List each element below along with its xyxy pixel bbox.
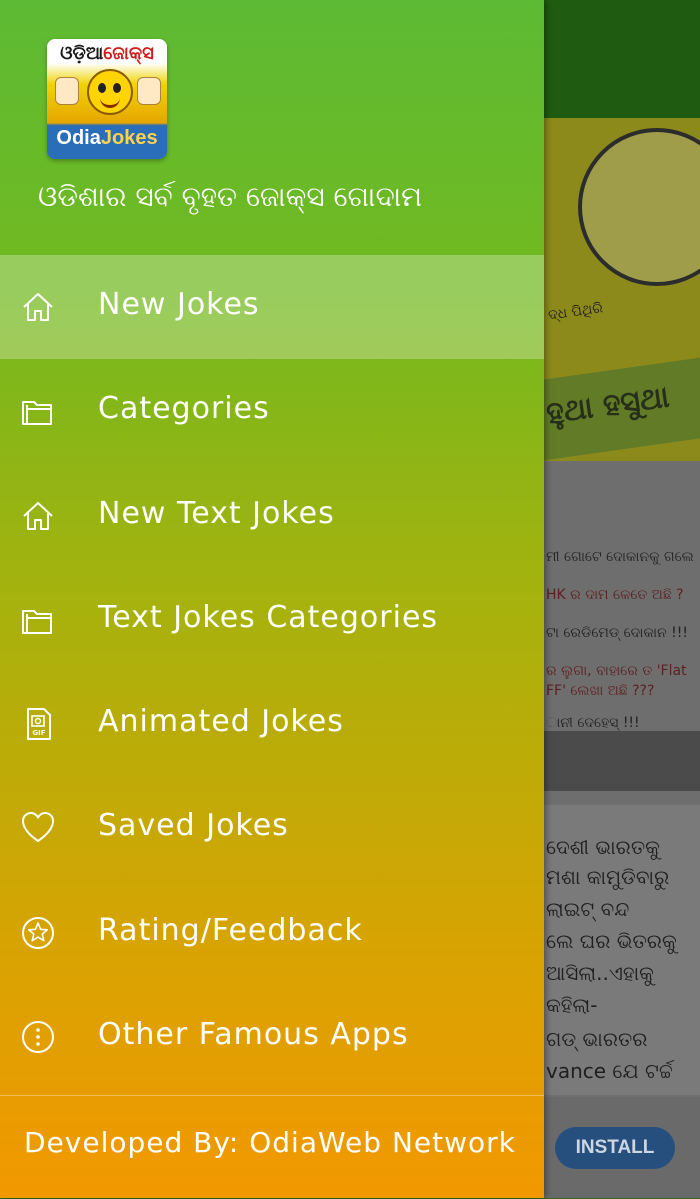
menu-item-text-jokes-categories[interactable]: Text Jokes Categories [0, 568, 544, 672]
app-logo: ଓଡ଼ିଆଜୋକ୍ସ OdiaJokes [47, 39, 167, 159]
joke-text-line: vance ଯେ ଟର୍ଚ୍ଚ [546, 1059, 673, 1083]
home-icon [20, 289, 56, 325]
drawer-menu: New Jokes Categories New Text Jokes Text… [0, 255, 544, 1089]
menu-item-label: Other Famous Apps [98, 1017, 409, 1053]
joke-card-divider [544, 731, 700, 791]
menu-item-categories[interactable]: Categories [0, 359, 544, 463]
joke-text-line: କହିଲା- [546, 993, 598, 1017]
joke-text-line: ଲାଇଟ୍ ବନ୍ଦ [546, 897, 630, 921]
install-button[interactable]: INSTALL [555, 1127, 675, 1169]
menu-item-label: New Text Jokes [98, 495, 335, 531]
joke-text-line: ଲେ ଘର ଭିତରକୁ [546, 929, 677, 953]
joke-text-line: ଆସିଲା..ଏହାକୁ [546, 961, 654, 985]
navigation-drawer: ଓଡ଼ିଆଜୋକ୍ସ OdiaJokes ଓଡିଶାର ସର୍ବ ବୃହତ ଜୋ… [0, 0, 544, 1198]
menu-item-rating-feedback[interactable]: Rating/Feedback [0, 881, 544, 985]
drawer-footer: Developed By: OdiaWeb Network [0, 1095, 544, 1199]
folder-icon [20, 602, 56, 638]
joke-text-line: ମଶା କାମୁଡିବାରୁ [546, 865, 670, 889]
logo-title-part: ଜୋକ୍ସ [103, 43, 154, 64]
joke-text-line: HK ର ଦାମ କେତେ ଅଛି ? [546, 587, 684, 603]
joke-card-subtext: ଦ୍ଧ ପିଥିରି [547, 300, 604, 324]
thumbs-up-icon [55, 77, 79, 105]
joke-text-line: ଦେଶୀ ଭାରତକୁ [546, 835, 660, 859]
gif-file-icon: GIF [20, 706, 56, 742]
logo-wordmark-part: Odia [56, 127, 101, 149]
menu-item-label: Saved Jokes [98, 808, 289, 844]
joke-card-text[interactable]: ମୀ ଗୋଟେ ଦୋକାନକୁ ଗଲେ । HK ର ଦାମ କେତେ ଅଛି … [544, 463, 700, 803]
more-icon [20, 1019, 56, 1055]
menu-item-label: New Jokes [98, 287, 260, 322]
svg-text:GIF: GIF [32, 729, 45, 737]
menu-item-label: Text Jokes Categories [98, 599, 439, 635]
logo-wordmark: OdiaJokes [47, 127, 167, 150]
logo-wordmark-part: Jokes [100, 127, 158, 149]
home-icon [20, 498, 56, 534]
menu-item-animated-jokes[interactable]: GIF Animated Jokes [0, 672, 544, 776]
joke-card-image[interactable]: ଦ୍ଧ ପିଥିରି ହୁଥା ହସୁଥା [544, 118, 700, 461]
joke-text-line: ାନୀ ଦେହେସ୍ !!! [546, 715, 640, 731]
joke-text-line: ଗଡ୍ ଭାରତର [546, 1027, 648, 1051]
menu-item-other-famous-apps[interactable]: Other Famous Apps [0, 985, 544, 1089]
heart-icon [20, 810, 56, 846]
logo-title-part: ଓଡ଼ିଆ [60, 43, 104, 64]
menu-item-saved-jokes[interactable]: Saved Jokes [0, 776, 544, 880]
menu-item-new-jokes[interactable]: New Jokes [0, 255, 544, 360]
joke-text-line: ର ଲୁଗା, ବାହାରେ ତ 'Flat [546, 663, 687, 679]
drawer-header: ଓଡ଼ିଆଜୋକ୍ସ OdiaJokes ଓଡିଶାର ସର୍ବ ବୃହତ ଜୋ… [0, 0, 544, 254]
joke-text-line: ମୀ ଗୋଟେ ଦୋକାନକୁ ଗଲେ । [546, 549, 700, 565]
joke-text-line: FF' ଲେଖା ଅଛି ??? [546, 683, 655, 699]
joke-text-line: ଟା ରେଡିମେଡ୍ ଦୋକାନ !!! [546, 625, 688, 641]
folder-icon [20, 393, 56, 429]
smiley-icon [87, 69, 133, 115]
developer-credit[interactable]: Developed By: OdiaWeb Network [24, 1126, 516, 1159]
joke-card-text-2[interactable]: ଦେଶୀ ଭାରତକୁ ମଶା କାମୁଡିବାରୁ ଲାଇଟ୍ ବନ୍ଦ ଲେ… [544, 805, 700, 1095]
star-icon [20, 915, 56, 951]
menu-item-new-text-jokes[interactable]: New Text Jokes [0, 464, 544, 568]
menu-item-label: Animated Jokes [98, 704, 344, 740]
thumbs-up-icon [137, 77, 161, 105]
logo-title: ଓଡ଼ିଆଜୋକ୍ସ [47, 43, 167, 64]
facepalm-emoji-image [578, 128, 700, 286]
menu-item-label: Categories [98, 391, 270, 427]
menu-item-label: Rating/Feedback [98, 912, 363, 948]
app-tagline: ଓଡିଶାର ସର୍ବ ବୃହତ ଜୋକ୍ସ ଗୋଦାମ [38, 180, 423, 213]
